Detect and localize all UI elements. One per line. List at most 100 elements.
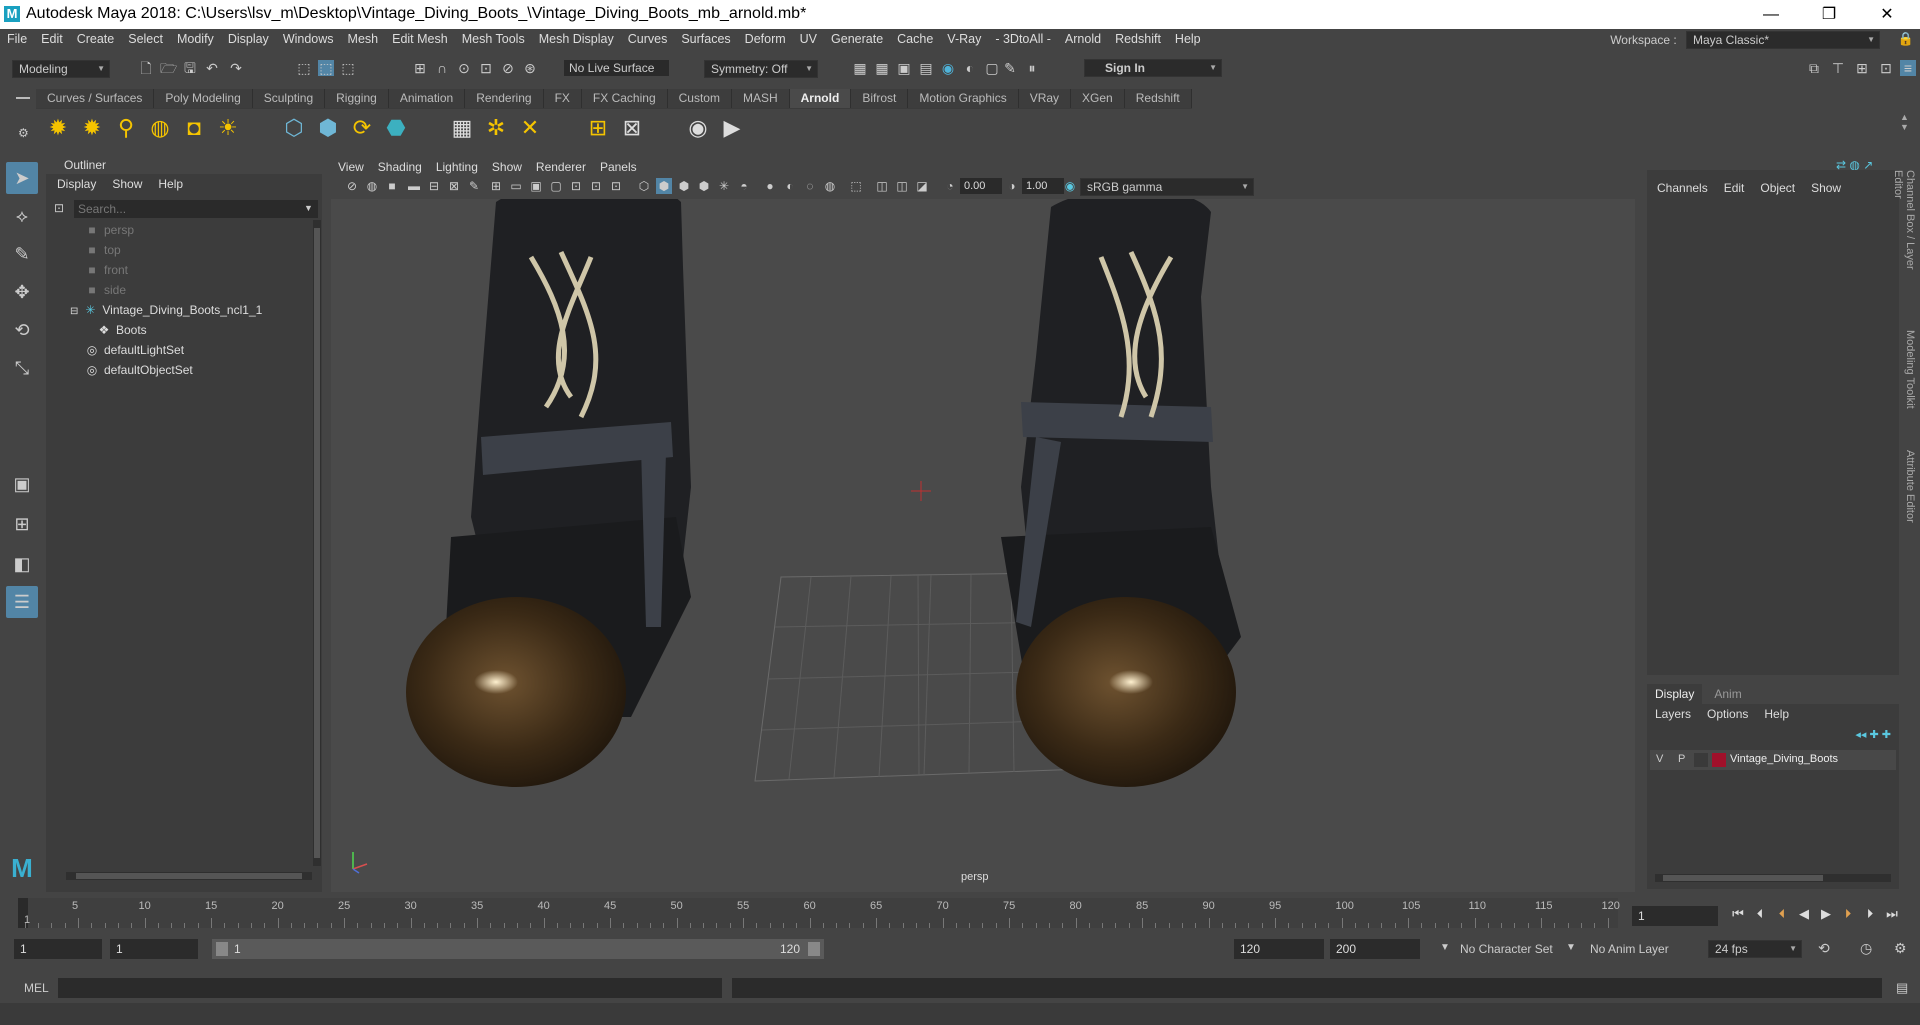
paint-select-tool-icon[interactable]: ✎ [6, 238, 38, 270]
viewport-menu-panels[interactable]: Panels [593, 157, 644, 177]
shelf-scroll-icon[interactable]: ▲ ▼ [1900, 112, 1909, 132]
wireframe-icon[interactable]: ⬡ [636, 178, 652, 194]
tab-fx[interactable]: FX [543, 89, 582, 108]
search-options-icon[interactable]: ▼ [304, 203, 313, 213]
gate-mask-icon[interactable]: ▢ [548, 178, 564, 194]
menu-windows[interactable]: Windows [276, 29, 341, 49]
play-render-icon[interactable]: ▶ [718, 114, 746, 142]
exposure-field[interactable]: 0.00 [960, 178, 1002, 194]
menu-edit-mesh[interactable]: Edit Mesh [385, 29, 455, 49]
outliner-horizontal-scrollbar[interactable] [66, 872, 312, 880]
shelf-settings-icon[interactable]: ⚙ [18, 126, 29, 140]
field-chart-icon[interactable]: ⊡ [568, 178, 584, 194]
tools-icon[interactable]: ✎ [1002, 60, 1018, 76]
anim-layer-dropdown[interactable]: No Anim Layer [1590, 942, 1669, 956]
list-item[interactable]: ⊟ ✳ Vintage_Diving_Boots_ncl1_1 [70, 300, 262, 320]
move-tool-icon[interactable]: ✥ [6, 276, 38, 308]
script-language-label[interactable]: MEL [24, 981, 49, 995]
menu-edit[interactable]: Edit [34, 29, 70, 49]
step-forward-key-icon[interactable]: ⏵ [1860, 904, 1880, 924]
menu-deform[interactable]: Deform [738, 29, 793, 49]
filter-icon[interactable]: ⊡ [54, 201, 64, 215]
layer-type-box[interactable] [1694, 753, 1708, 767]
tab-custom[interactable]: Custom [667, 89, 732, 108]
layer-name[interactable]: Vintage_Diving_Boots [1730, 753, 1838, 765]
scene-start-field[interactable]: 1 [14, 939, 102, 959]
select-hierarchy-icon[interactable]: ⬚ [296, 60, 312, 76]
scene-end-field[interactable]: 200 [1330, 939, 1420, 959]
2d-pan-zoom-icon[interactable]: ⊠ [446, 178, 462, 194]
snap-surface-icon[interactable]: ⊘ [500, 60, 516, 76]
maximize-button[interactable]: ❐ [1806, 0, 1852, 29]
layer-row[interactable]: V P Vintage_Diving_Boots [1650, 750, 1896, 770]
light-portal-icon[interactable]: ◘ [180, 114, 208, 142]
volume-icon[interactable]: ⬣ [382, 114, 410, 142]
menu-select[interactable]: Select [121, 29, 170, 49]
rotate-tool-icon[interactable]: ⟲ [6, 314, 38, 346]
menu-surfaces[interactable]: Surfaces [674, 29, 737, 49]
viewport-panel[interactable]: persp [331, 157, 1635, 892]
sidebar-tab-channel-box[interactable]: Channel Box / Layer Editor [1892, 170, 1916, 300]
list-item[interactable]: ■ persp [84, 220, 134, 240]
snap-grid-icon[interactable]: ⊞ [412, 60, 428, 76]
list-item[interactable]: ■ front [84, 260, 128, 280]
menu-file[interactable]: File [0, 29, 34, 49]
toggle-modeling-toolkit-icon[interactable]: ⧉ [1806, 60, 1822, 76]
undo-icon[interactable]: ↶ [204, 60, 220, 76]
layer-playback-toggle[interactable]: P [1678, 753, 1685, 765]
render-view-icon[interactable]: ▢ [984, 60, 1000, 76]
command-input[interactable] [58, 978, 722, 998]
film-gate-icon[interactable]: ▭ [508, 178, 524, 194]
viewport-menu-lighting[interactable]: Lighting [429, 157, 485, 177]
shadows-icon[interactable]: ◓ [736, 178, 752, 194]
list-item[interactable]: ■ top [84, 240, 120, 260]
render-settings-icon[interactable]: ▤ [918, 60, 934, 76]
curve-collector-icon[interactable]: ⟳ [348, 114, 376, 142]
channels-menu-object[interactable]: Object [1752, 178, 1803, 198]
render-frame-icon[interactable]: ▦ [852, 60, 868, 76]
isolate-select-icon[interactable]: ⬚ [848, 178, 864, 194]
select-component-icon[interactable]: ⬚ [340, 60, 356, 76]
character-set-dropdown[interactable]: No Character Set [1460, 942, 1553, 956]
menu-redshift[interactable]: Redshift [1108, 29, 1168, 49]
tab-rendering[interactable]: Rendering [465, 89, 544, 108]
backface-culling-icon[interactable]: ◪ [914, 178, 930, 194]
xray-joints-icon[interactable]: ◫ [894, 178, 910, 194]
menu-generate[interactable]: Generate [824, 29, 890, 49]
render-sequence-icon[interactable]: ▦ [874, 60, 890, 76]
lock-icon[interactable]: 🔒 [1898, 31, 1914, 47]
menu-help[interactable]: Help [1168, 29, 1208, 49]
close-button[interactable]: ✕ [1864, 0, 1910, 29]
sign-in-button[interactable]: Sign In [1084, 59, 1222, 77]
motion-blur-icon[interactable]: ◐ [782, 178, 798, 194]
range-slider[interactable]: 1 120 [212, 939, 824, 959]
layers-menu-help[interactable]: Help [1756, 704, 1797, 724]
redo-icon[interactable]: ↷ [228, 60, 244, 76]
outliner-search-input[interactable]: Search... [74, 200, 318, 218]
step-forward-frame-icon[interactable]: ⏵ [1838, 904, 1858, 924]
toggle-layer-editor-icon[interactable]: ≡ [1900, 60, 1916, 76]
render-settings-shelf-icon[interactable]: ⊠ [618, 114, 646, 142]
menu-uv[interactable]: UV [793, 29, 824, 49]
tab-vray[interactable]: VRay [1018, 89, 1072, 108]
hypershade-icon[interactable]: ◐ [962, 60, 978, 76]
wireframe-on-shaded-icon[interactable]: ⬢ [676, 178, 692, 194]
tab-curves-surfaces[interactable]: Curves / Surfaces [36, 89, 155, 108]
scale-tool-icon[interactable]: ⤡ [6, 352, 38, 384]
list-item[interactable]: ◎ defaultLightSet [84, 340, 184, 360]
outliner-layout-icon[interactable]: ☰ [6, 586, 38, 618]
color-space-dropdown[interactable]: sRGB gamma [1080, 178, 1254, 196]
pause-icon[interactable]: ⏸ [1024, 60, 1040, 76]
snap-curve-icon[interactable]: ∩ [434, 60, 450, 76]
select-object-icon[interactable]: ⬚ [318, 60, 334, 76]
animation-preferences-icon[interactable]: ⚙ [1894, 940, 1907, 957]
step-back-frame-icon[interactable]: ⏴ [1772, 904, 1792, 924]
outliner-menu-show[interactable]: Show [104, 174, 150, 194]
tab-xgen[interactable]: XGen [1071, 89, 1125, 108]
menu-curves[interactable]: Curves [621, 29, 675, 49]
grid-toggle-icon[interactable]: ⊞ [488, 178, 504, 194]
snap-point-icon[interactable]: ⊙ [456, 60, 472, 76]
layer-scrollbar[interactable] [1655, 874, 1891, 882]
tab-display[interactable]: Display [1647, 684, 1703, 704]
exposure-icon[interactable]: ◔ [942, 178, 958, 194]
